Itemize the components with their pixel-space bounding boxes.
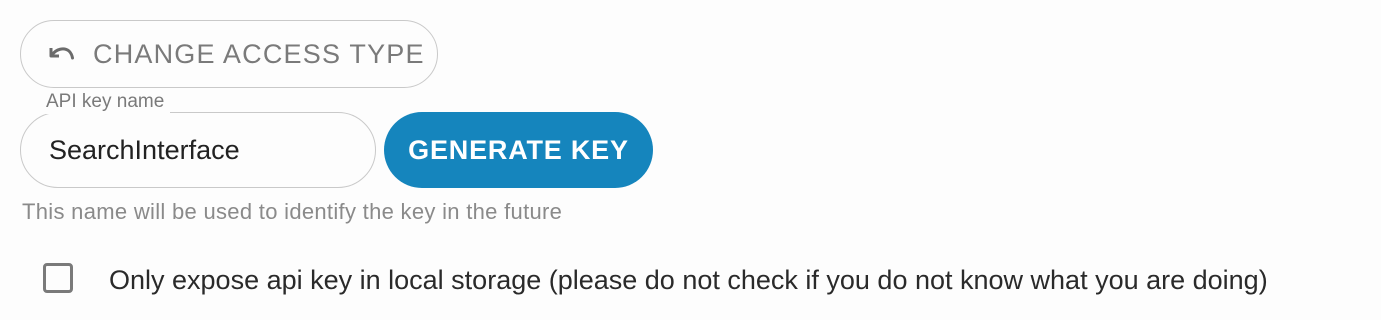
local-storage-checkbox[interactable] bbox=[43, 263, 73, 293]
api-key-name-label: API key name bbox=[40, 90, 171, 114]
undo-icon bbox=[45, 42, 77, 66]
api-key-name-field[interactable] bbox=[20, 112, 376, 188]
api-key-helper-text: This name will be used to identify the k… bbox=[22, 199, 563, 224]
local-storage-checkbox-label[interactable]: Only expose api key in local storage (pl… bbox=[109, 263, 1268, 297]
access-type-panel: Change access type API key name Generate… bbox=[0, 0, 1381, 320]
generate-key-label: Generate key bbox=[408, 134, 629, 165]
api-key-name-input[interactable] bbox=[49, 113, 359, 187]
change-access-type-label: Change access type bbox=[93, 38, 425, 69]
change-access-type-button[interactable]: Change access type bbox=[20, 20, 438, 88]
generate-key-button[interactable]: Generate key bbox=[384, 112, 653, 188]
